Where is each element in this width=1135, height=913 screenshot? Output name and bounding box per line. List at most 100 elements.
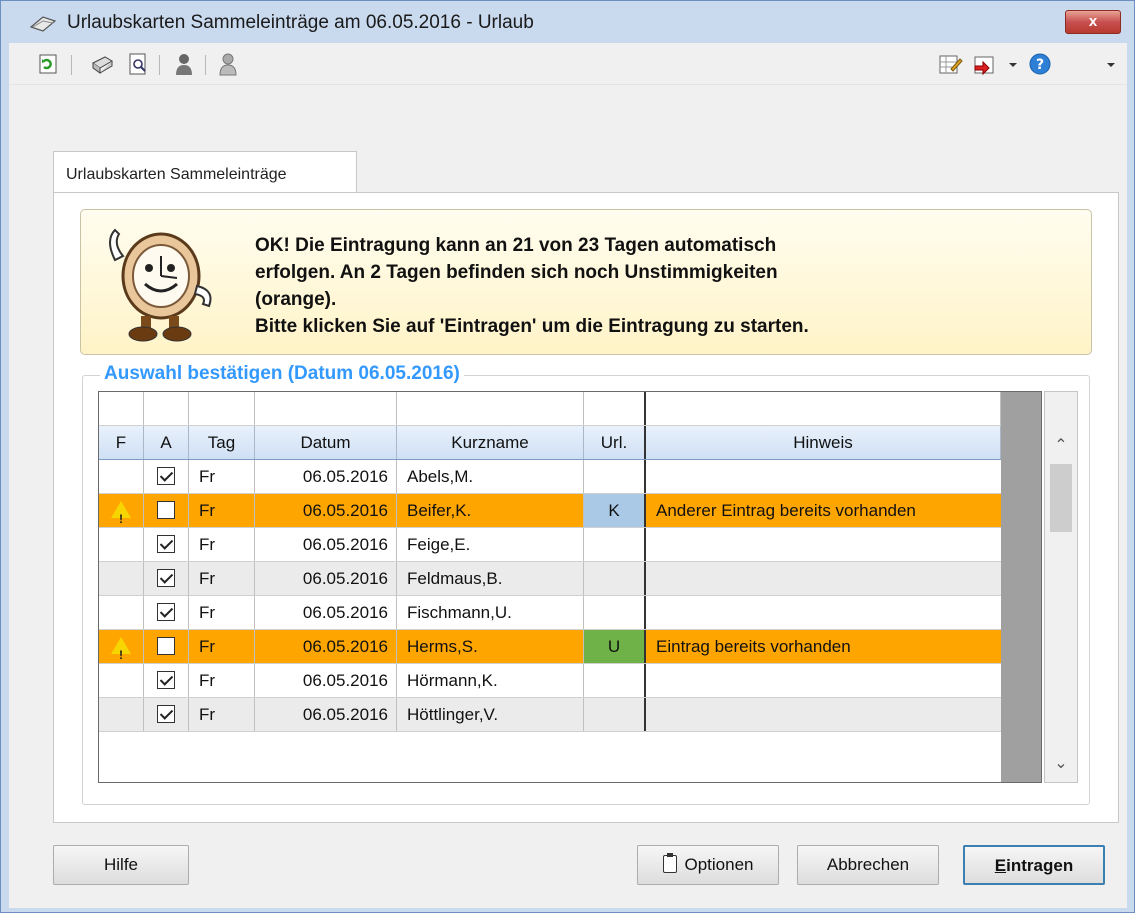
edit-table-icon[interactable] <box>937 51 963 77</box>
cell-hinweis <box>646 562 1001 595</box>
cell-datum: 06.05.2016 <box>255 698 397 731</box>
row-checkbox[interactable] <box>157 671 175 690</box>
table-row[interactable]: Fr 06.05.2016 Abels,M. <box>99 460 1001 494</box>
cell-datum: 06.05.2016 <box>255 494 397 527</box>
cell-a <box>144 460 189 493</box>
cell-tag: Fr <box>189 494 255 527</box>
client-area: ? Urlaubskarten Sammeleinträge OK! Die E… <box>9 43 1127 908</box>
cell-tag: Fr <box>189 664 255 697</box>
cell-a <box>144 698 189 731</box>
cell-hinweis <box>646 596 1001 629</box>
clipboard-icon <box>662 852 677 873</box>
help-dropdown-arrow[interactable] <box>1107 63 1115 67</box>
cell-url <box>584 562 646 595</box>
person-icon[interactable] <box>171 51 197 77</box>
table-row[interactable]: Fr 06.05.2016 Höttlinger,V. <box>99 698 1001 732</box>
cell-url <box>584 664 646 697</box>
cell-hinweis: Eintrag bereits vorhanden <box>656 637 851 656</box>
table-row[interactable]: Fr 06.05.2016 Feldmaus,B. <box>99 562 1001 596</box>
row-checkbox[interactable] <box>157 705 175 724</box>
column-header-tag[interactable]: Tag <box>189 426 255 459</box>
row-checkbox[interactable] <box>157 501 175 520</box>
clock-mascot-icon <box>109 228 212 342</box>
table-row[interactable]: Fr 06.05.2016 Hörmann,K. <box>99 664 1001 698</box>
row-checkbox[interactable] <box>157 467 175 486</box>
vacation-card-icon <box>29 16 57 32</box>
cell-f <box>99 630 144 663</box>
table-header: F A Tag Datum Kurzname Url. Hinweis <box>99 426 1001 460</box>
print-icon[interactable] <box>89 51 115 77</box>
cell-tag: Fr <box>189 460 255 493</box>
row-checkbox[interactable] <box>157 603 175 622</box>
cell-url <box>584 460 646 493</box>
info-message-line: Bitte klicken Sie auf 'Eintragen' um die… <box>255 316 809 337</box>
column-header-f[interactable]: F <box>99 426 144 459</box>
column-header-datum[interactable]: Datum <box>255 426 397 459</box>
grid-empty-area <box>1001 392 1041 782</box>
column-header-hinweis[interactable]: Hinweis <box>646 426 1001 459</box>
cell-f <box>99 494 144 527</box>
info-message-line: (orange). <box>255 289 337 310</box>
options-button[interactable]: Optionen <box>637 845 779 885</box>
cell-hinweis <box>646 698 1001 731</box>
filter-row <box>99 392 1001 426</box>
title-bar[interactable]: Urlaubskarten Sammeleinträge am 06.05.20… <box>1 1 1134 43</box>
warning-icon <box>111 637 131 663</box>
cell-f <box>99 460 144 493</box>
tab-urlaubskarten-sammeleintraege[interactable]: Urlaubskarten Sammeleinträge <box>53 151 357 193</box>
cell-f <box>99 664 144 697</box>
cell-tag: Fr <box>189 562 255 595</box>
person-gray-icon[interactable] <box>215 51 241 77</box>
toolbar-separator <box>205 55 206 75</box>
enter-button-label: intragen <box>1006 856 1074 875</box>
print-preview-icon[interactable] <box>125 51 151 77</box>
scroll-up-icon[interactable]: ⌃ <box>1045 430 1077 462</box>
row-checkbox[interactable] <box>157 637 175 656</box>
close-button[interactable]: x <box>1065 10 1121 34</box>
table-row[interactable]: Fr06.05.2016Herms,S.U Eintrag bereits vor… <box>99 630 1001 664</box>
info-message-line: OK! Die Eintragung kann an 21 von 23 Tag… <box>255 235 777 256</box>
toolbar-separator <box>71 55 72 75</box>
help-button[interactable]: Hilfe <box>53 845 189 885</box>
cell-url <box>584 596 646 629</box>
selection-grid: F A Tag Datum Kurzname Url. Hinweis Fr 06… <box>98 391 1042 783</box>
refresh-icon[interactable] <box>35 51 61 77</box>
dialog-window: Urlaubskarten Sammeleinträge am 06.05.20… <box>0 0 1135 913</box>
help-icon[interactable]: ? <box>1027 51 1053 77</box>
svg-text:?: ? <box>1036 57 1044 73</box>
cell-datum: 06.05.2016 <box>255 562 397 595</box>
row-checkbox[interactable] <box>157 569 175 588</box>
cell-kurzname: Höttlinger,V. <box>397 698 584 731</box>
cell-datum: 06.05.2016 <box>255 528 397 561</box>
window-title: Urlaubskarten Sammeleinträge am 06.05.20… <box>67 12 534 33</box>
table-row[interactable]: Fr 06.05.2016 Fischmann,U. <box>99 596 1001 630</box>
selection-group-title: Auswahl bestätigen (Datum 06.05.2016) <box>100 363 464 385</box>
scroll-down-icon[interactable]: ⌄ <box>1045 748 1077 780</box>
table-row[interactable]: Fr06.05.2016Beifer,K.K Anderer Eintrag be… <box>99 494 1001 528</box>
row-checkbox[interactable] <box>157 535 175 554</box>
info-message: OK! Die Eintragung kann an 21 von 23 Tag… <box>255 232 1075 340</box>
column-header-url[interactable]: Url. <box>584 426 646 459</box>
column-header-a[interactable]: A <box>144 426 189 459</box>
cell-url: K <box>584 494 646 527</box>
column-header-kurzname[interactable]: Kurzname <box>397 426 584 459</box>
cell-kurzname: Abels,M. <box>397 460 584 493</box>
cell-f <box>99 698 144 731</box>
cell-kurzname: Fischmann,U. <box>397 596 584 629</box>
cell-f <box>99 596 144 629</box>
info-banner: OK! Die Eintragung kann an 21 von 23 Tag… <box>80 209 1092 355</box>
cell-tag: Fr <box>189 596 255 629</box>
cell-kurzname: Hörmann,K. <box>397 664 584 697</box>
cell-hinweis: Anderer Eintrag bereits vorhanden <box>656 501 916 520</box>
cell-a <box>144 596 189 629</box>
cell-hinweis <box>646 528 1001 561</box>
scrollbar-thumb[interactable] <box>1050 464 1072 532</box>
export-dropdown-arrow[interactable] <box>1009 63 1017 67</box>
cancel-button[interactable]: Abbrechen <box>797 845 939 885</box>
vertical-scrollbar[interactable]: ⌃ ⌄ <box>1044 391 1078 783</box>
table-row[interactable]: Fr 06.05.2016 Feige,E. <box>99 528 1001 562</box>
cell-datum: 06.05.2016 <box>255 630 397 663</box>
export-icon[interactable] <box>971 51 997 77</box>
enter-button[interactable]: Eintragen <box>963 845 1105 885</box>
cell-a <box>144 528 189 561</box>
